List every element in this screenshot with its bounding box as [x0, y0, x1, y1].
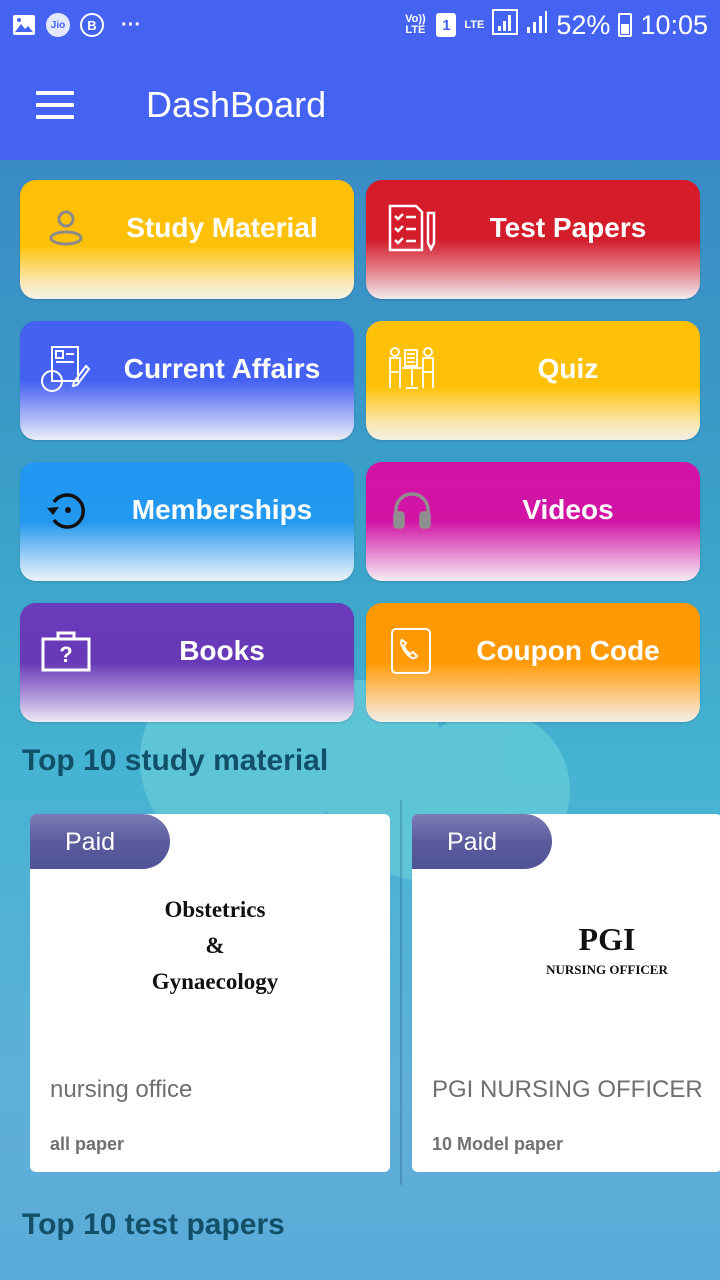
tile-label: Books	[179, 635, 265, 666]
battery-percent: 52%	[556, 9, 611, 40]
signal-icon-2	[526, 9, 548, 42]
tile-books[interactable]: ? Books	[20, 603, 354, 722]
tile-label: Test Papers	[489, 212, 647, 243]
jio-icon: Jio	[46, 13, 70, 37]
headphones-icon	[386, 484, 438, 536]
svg-text:?: ?	[59, 642, 72, 667]
tile-study-material[interactable]: Study Material	[20, 180, 354, 299]
section-title-test-papers: Top 10 test papers	[22, 1208, 285, 1241]
tile-label: Quiz	[537, 353, 599, 384]
whatsapp-business-icon: B	[80, 13, 104, 37]
cover-line: Gynaecology	[151, 969, 279, 994]
paid-badge: Paid	[412, 814, 552, 869]
tile-coupon-code[interactable]: Coupon Code	[366, 603, 700, 722]
section-title-study-material: Top 10 study material	[22, 744, 329, 777]
study-material-carousel[interactable]: Paid Obstetrics & Gynaecology nursing of…	[30, 812, 720, 1174]
signal-icon	[492, 8, 519, 42]
tile-current-affairs[interactable]: Current Affairs	[20, 321, 354, 440]
paid-badge: Paid	[30, 814, 170, 869]
tile-label: Current Affairs	[123, 353, 321, 384]
question-briefcase-icon: ?	[40, 625, 92, 677]
tile-memberships[interactable]: Memberships	[20, 462, 354, 581]
app-bar: DashBoard	[0, 50, 720, 160]
card-cover: PGI NURSING OFFICER	[522, 919, 692, 981]
card-subtitle: 10 Model paper	[432, 1134, 564, 1154]
volte-indicator: Vo)) LTE	[405, 13, 426, 36]
card-subtitle: all paper	[50, 1134, 125, 1154]
hamburger-menu-icon[interactable]	[36, 91, 76, 119]
person-icon	[40, 202, 92, 254]
restore-icon	[40, 484, 92, 536]
classroom-icon	[386, 343, 438, 395]
card-title: nursing office	[50, 1076, 193, 1103]
cover-line: NURSING OFFICER	[546, 962, 668, 977]
tile-label: Coupon Code	[476, 635, 660, 666]
sim-indicator: 1	[436, 13, 457, 37]
tile-label: Study Material	[126, 212, 318, 243]
tile-label: Videos	[522, 494, 614, 525]
card-title: PGI NURSING OFFICER	[432, 1076, 703, 1103]
more-dots-icon: ···	[121, 13, 141, 36]
study-card[interactable]: Paid Obstetrics & Gynaecology nursing of…	[30, 814, 390, 1172]
tile-label: Memberships	[131, 494, 313, 525]
cover-line: Obstetrics	[164, 897, 266, 922]
cover-line: &	[205, 933, 225, 958]
study-card[interactable]: Paid PGI NURSING OFFICER PGI NURSING OFF…	[412, 814, 720, 1172]
gallery-icon	[12, 13, 36, 37]
lte-indicator: LTE	[464, 18, 485, 31]
battery-icon	[618, 13, 633, 37]
dashboard-grid: Study Material Test Papers Current Affai…	[20, 180, 700, 722]
clock: 10:05	[640, 9, 708, 40]
tile-videos[interactable]: Videos	[366, 462, 700, 581]
tile-quiz[interactable]: Quiz	[366, 321, 700, 440]
schedule-edit-icon	[40, 343, 92, 395]
checklist-pencil-icon	[386, 202, 438, 254]
page-title: DashBoard	[146, 84, 327, 125]
tile-test-papers[interactable]: Test Papers	[366, 180, 700, 299]
phone-book-icon	[386, 625, 438, 677]
cover-line: PGI	[578, 921, 636, 957]
status-bar: Jio B ··· Vo)) LTE 1 LTE 52% 10:05	[0, 0, 720, 50]
card-cover: Obstetrics & Gynaecology	[130, 892, 300, 1000]
